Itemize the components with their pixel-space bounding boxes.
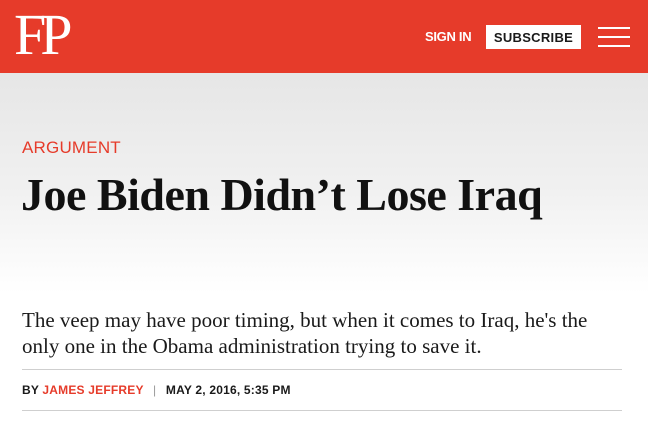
byline-prefix: BY: [22, 383, 39, 397]
byline-separator: |: [153, 383, 157, 397]
menu-bar: [598, 27, 630, 29]
subscribe-button[interactable]: SUBSCRIBE: [486, 25, 581, 49]
divider: [22, 410, 622, 411]
fp-logo[interactable]: FP: [14, 5, 72, 65]
site-header: FP SIGN IN SUBSCRIBE: [0, 0, 648, 73]
sign-in-link[interactable]: SIGN IN: [425, 29, 472, 45]
article-dek: The veep may have poor timing, but when …: [22, 308, 588, 358]
publish-date: MAY 2, 2016, 5:35 PM: [165, 383, 291, 397]
byline: BY JAMES JEFFREY | MAY 2, 2016, 5:35 PM: [22, 383, 291, 397]
author-link[interactable]: JAMES JEFFREY: [42, 383, 143, 397]
article-category-link[interactable]: ARGUMENT: [22, 138, 121, 158]
menu-bar: [598, 45, 630, 47]
menu-bar: [598, 36, 630, 38]
divider: [22, 369, 622, 370]
article-headline: Joe Biden Didn’t Lose Iraq: [21, 169, 543, 220]
hamburger-menu-icon[interactable]: [598, 26, 630, 48]
